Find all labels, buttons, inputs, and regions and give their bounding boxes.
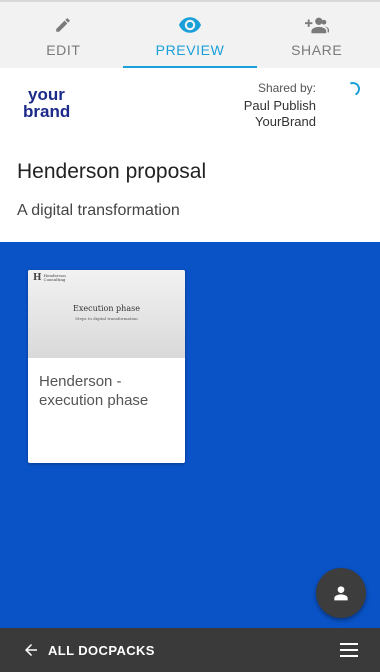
tab-edit-label: EDIT	[46, 42, 81, 58]
top-tab-bar: EDIT PREVIEW SHARE	[0, 0, 380, 68]
document-card[interactable]: H Henderson Consulting Execution phase S…	[28, 270, 185, 463]
pencil-icon	[54, 14, 72, 36]
shared-by-label: Shared by:	[257, 81, 316, 95]
thumbnail-subtitle: Steps to digital transformation	[75, 316, 138, 321]
thumbnail-title: Execution phase	[73, 304, 140, 313]
all-docpacks-label: ALL DOCPACKS	[48, 642, 155, 658]
bottom-bar: ALL DOCPACKS	[0, 628, 380, 672]
docpack-header: your brand Shared by: Paul Publish YourB…	[0, 68, 380, 242]
thumbnail-brand: H Henderson Consulting	[33, 273, 72, 283]
brand-logo-line2: brand	[23, 102, 70, 120]
person-icon	[333, 585, 349, 601]
tab-preview-label: PREVIEW	[155, 42, 225, 58]
arrow-back-icon	[22, 641, 40, 659]
shared-by-name: Paul Publish	[243, 98, 316, 113]
hamburger-icon	[340, 643, 358, 657]
document-thumbnail: H Henderson Consulting Execution phase S…	[28, 270, 185, 358]
tab-share[interactable]: SHARE	[253, 2, 380, 68]
docpack-title: Henderson proposal	[17, 160, 207, 183]
shared-by-company: YourBrand	[255, 114, 316, 129]
shared-by-info: Shared by: Paul Publish YourBrand	[244, 80, 316, 130]
document-name: Henderson - execution phase	[39, 373, 149, 409]
menu-button[interactable]	[340, 643, 358, 657]
profile-fab-button[interactable]	[316, 568, 366, 618]
brand-logo: your brand	[22, 84, 80, 121]
tab-edit[interactable]: EDIT	[0, 2, 127, 68]
eye-icon	[179, 14, 201, 36]
person-add-icon	[304, 14, 329, 36]
tab-share-label: SHARE	[291, 42, 343, 58]
loading-spinner-icon	[344, 80, 362, 98]
tab-preview[interactable]: PREVIEW	[122, 2, 258, 68]
all-docpacks-button[interactable]: ALL DOCPACKS	[22, 641, 155, 659]
thumbnail-brand-text: Henderson Consulting	[43, 273, 66, 282]
docpack-subtitle: A digital transformation	[17, 202, 180, 219]
thumbnail-logo-icon: H	[33, 273, 42, 283]
